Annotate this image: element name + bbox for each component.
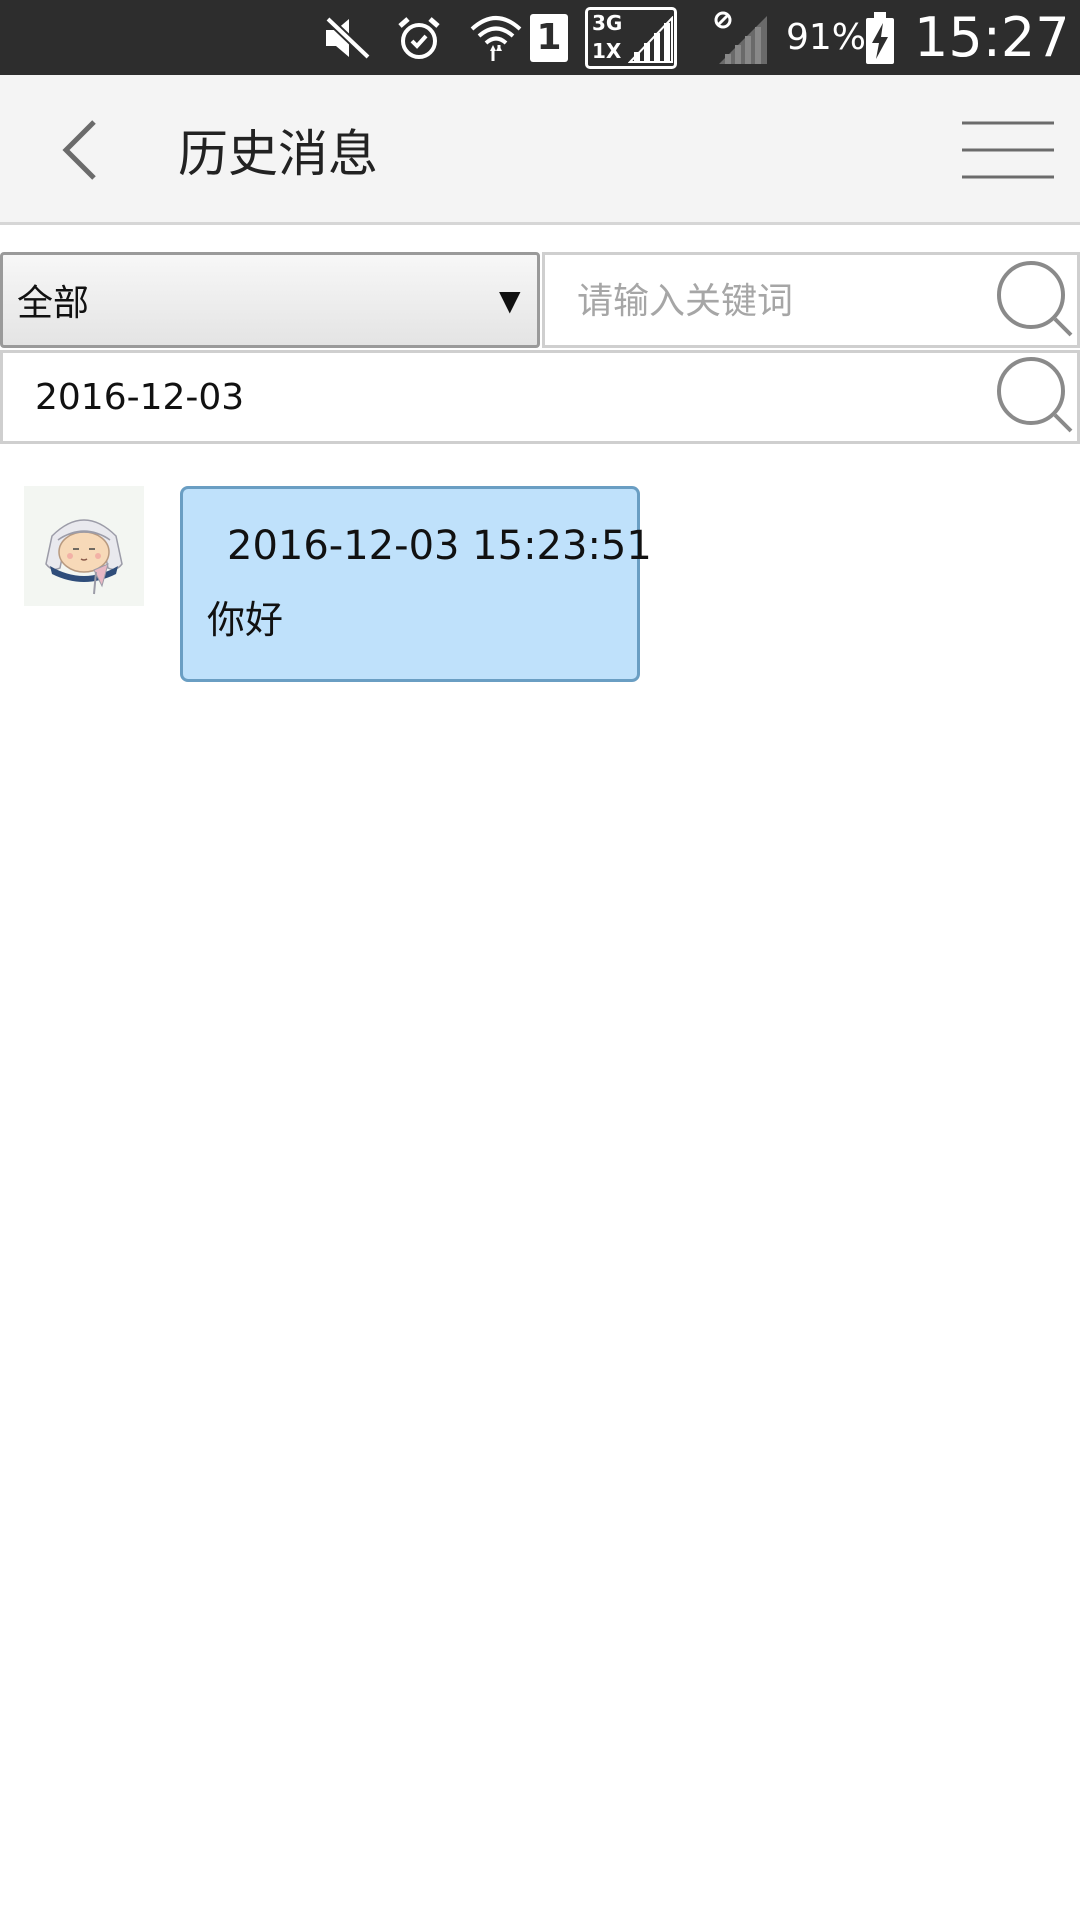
- network-type-top: 3G: [592, 10, 623, 35]
- date-field: 2016-12-03: [35, 376, 245, 418]
- menu-button[interactable]: [960, 115, 1056, 185]
- page-title: 历史消息: [178, 125, 378, 183]
- date-search-box[interactable]: 2016-12-03: [0, 350, 1080, 444]
- hamburger-menu-icon: [962, 121, 1054, 179]
- sim-number: 1: [530, 13, 568, 62]
- avatar[interactable]: [24, 486, 144, 606]
- alarm-icon: [392, 0, 446, 75]
- network-type-bottom: 1X: [592, 38, 622, 63]
- message-text: 你好: [207, 598, 284, 642]
- battery-charging-icon: [862, 0, 898, 75]
- search-icon: [997, 261, 1073, 337]
- back-button[interactable]: [40, 110, 120, 190]
- message-bubble[interactable]: 2016-12-03 15:23:51 你好: [180, 486, 652, 682]
- keyword-input[interactable]: [575, 265, 975, 337]
- message-list: 2016-12-03 15:23:51 你好: [0, 444, 1080, 1920]
- sim-icon: 1: [528, 0, 570, 75]
- signal-icon: [712, 0, 772, 75]
- keyword-search-box: [542, 252, 1080, 348]
- network-signal-icon: [628, 15, 673, 63]
- app-bar: 历史消息: [0, 75, 1080, 225]
- category-selected-label: 全部: [17, 283, 90, 324]
- dropdown-arrow-icon: ▼: [499, 283, 521, 317]
- date-search-button[interactable]: [995, 355, 1075, 435]
- battery-percent: 91%: [786, 17, 867, 58]
- status-bar: 1 3G 1X 91% 15:27: [0, 0, 1080, 75]
- clock: 15:27: [914, 6, 1070, 69]
- message-timestamp: 2016-12-03 15:23:51: [227, 523, 652, 569]
- search-icon: [997, 357, 1073, 433]
- wifi-icon: [466, 0, 526, 75]
- category-select[interactable]: 全部 ▼: [0, 252, 540, 348]
- network-3g-1x-icon: 3G 1X: [584, 0, 678, 75]
- cartoon-avatar: [24, 486, 144, 606]
- chevron-left-icon: [62, 120, 96, 180]
- keyword-search-button[interactable]: [995, 259, 1075, 339]
- mute-icon: [318, 0, 376, 75]
